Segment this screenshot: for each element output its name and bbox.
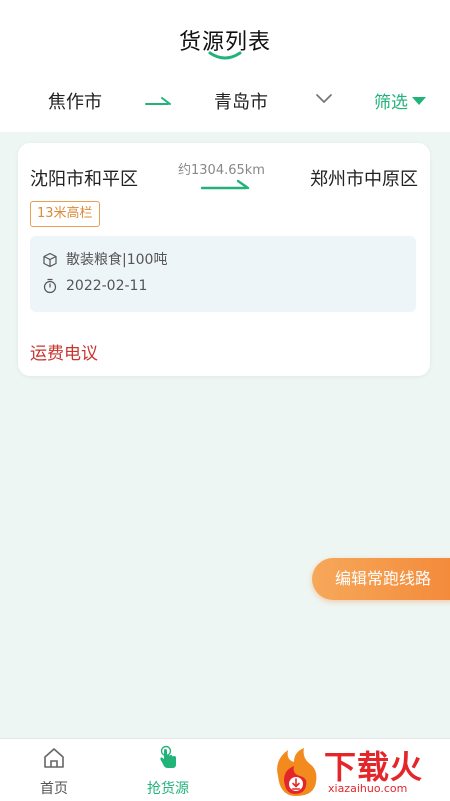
from-city-select[interactable]: 焦作市 <box>48 88 102 114</box>
cargo-text: 散装粮食|100吨 <box>66 252 168 268</box>
cargo-info: 散装粮食|100吨 2022-02-11 <box>30 236 416 312</box>
home-icon <box>44 748 64 768</box>
box-icon <box>43 252 57 268</box>
tab-grab-cargo-label: 抢货源 <box>147 781 189 797</box>
start-location: 沈阳市和平区 <box>30 169 138 190</box>
triangle-down-icon <box>412 97 426 105</box>
distance: 约1304.65km <box>178 163 265 178</box>
freight-price: 运费电议 <box>30 344 98 364</box>
filter-label: 筛选 <box>374 93 408 113</box>
tab-grab-cargo[interactable]: 抢货源 <box>128 745 208 798</box>
tab-home[interactable]: 首页 <box>14 745 94 798</box>
stopwatch-icon <box>43 278 57 294</box>
vehicle-tag: 13米高栏 <box>30 201 100 227</box>
to-city-select[interactable]: 青岛市 <box>214 88 268 114</box>
header: 货源列表 焦作市 青岛市 筛选 <box>0 0 450 132</box>
end-location: 郑州市中原区 <box>310 169 418 190</box>
chevron-down-icon[interactable] <box>314 92 334 106</box>
flame-logo-icon <box>277 748 317 796</box>
cargo-card[interactable]: 沈阳市和平区 约1304.65km 郑州市中原区 13米高栏 散装粮食|100吨… <box>18 143 430 376</box>
tab-home-label: 首页 <box>40 781 68 797</box>
date-text: 2022-02-11 <box>66 278 148 294</box>
hand-tap-icon <box>160 745 176 768</box>
watermark-url: xiazaihuo.com <box>328 782 408 795</box>
route-arrow-icon <box>145 97 171 105</box>
watermark: 下载火 xiazaihuo.com <box>266 738 450 800</box>
route-selector: 焦作市 青岛市 筛选 <box>0 86 450 116</box>
route-arrow-icon <box>200 179 250 190</box>
filter-button[interactable]: 筛选 <box>374 88 426 113</box>
edit-routes-button[interactable]: 编辑常跑线路 <box>312 558 450 600</box>
title-underline-icon <box>208 51 242 60</box>
